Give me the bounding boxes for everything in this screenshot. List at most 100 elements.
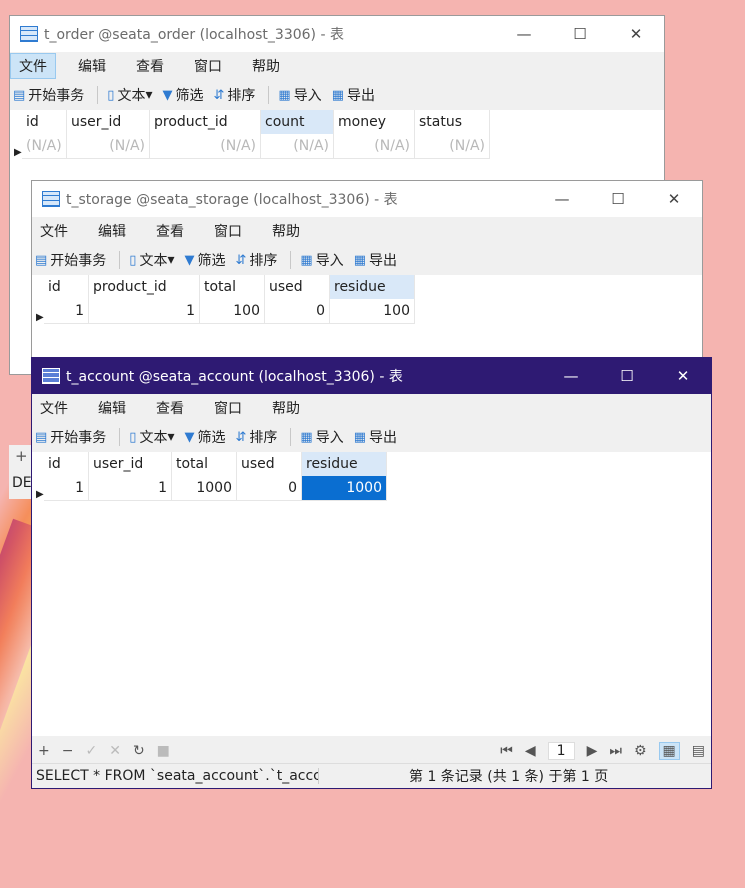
- prev-page-icon[interactable]: ◀: [525, 743, 536, 759]
- table-row[interactable]: 1 1 100 0 100: [44, 299, 415, 324]
- import-button[interactable]: ▦ 导入: [297, 425, 346, 449]
- export-button[interactable]: ▦ 导出: [351, 425, 400, 449]
- filter-button[interactable]: ▼ 筛选: [181, 425, 228, 449]
- delete-record-icon[interactable]: −: [62, 743, 74, 759]
- column-header[interactable]: product_id: [149, 110, 261, 134]
- menu-view[interactable]: 查看: [148, 219, 192, 243]
- table-cell[interactable]: (N/A): [260, 134, 334, 159]
- close-button[interactable]: ✕: [608, 25, 664, 43]
- menu-view[interactable]: 查看: [128, 54, 172, 78]
- menu-view[interactable]: 查看: [148, 396, 192, 420]
- column-header[interactable]: product_id: [88, 275, 200, 299]
- column-header[interactable]: residue: [301, 452, 387, 476]
- column-header[interactable]: used: [236, 452, 302, 476]
- selected-cell[interactable]: 1000: [301, 476, 387, 501]
- table-icon: [42, 368, 60, 384]
- column-header[interactable]: user_id: [88, 452, 172, 476]
- export-button[interactable]: ▦ 导出: [329, 83, 378, 107]
- column-header[interactable]: id: [44, 275, 89, 299]
- sort-button[interactable]: ⇵ 排序: [210, 83, 258, 107]
- last-page-icon[interactable]: ⏭: [609, 743, 622, 759]
- stop-icon[interactable]: ■: [157, 743, 170, 759]
- table-cell[interactable]: 1: [44, 476, 89, 501]
- maximize-button[interactable]: ☐: [599, 367, 655, 385]
- table-cell[interactable]: 0: [236, 476, 302, 501]
- begin-transaction-button[interactable]: ▤ 开始事务: [32, 248, 109, 272]
- menu-file[interactable]: 文件: [32, 219, 76, 243]
- minimize-button[interactable]: —: [543, 367, 599, 385]
- column-header[interactable]: count: [260, 110, 334, 134]
- menu-window[interactable]: 窗口: [186, 54, 230, 78]
- minimize-button[interactable]: —: [496, 25, 552, 43]
- menu-help[interactable]: 帮助: [244, 54, 288, 78]
- settings-gear-icon[interactable]: ⚙: [634, 743, 647, 759]
- column-header[interactable]: used: [264, 275, 330, 299]
- menu-help[interactable]: 帮助: [264, 396, 308, 420]
- column-header[interactable]: id: [44, 452, 89, 476]
- column-header[interactable]: id: [22, 110, 67, 134]
- sort-icon: ⇵: [235, 429, 247, 445]
- import-button[interactable]: ▦ 导入: [297, 248, 346, 272]
- begin-transaction-button[interactable]: ▤ 开始事务: [32, 425, 109, 449]
- column-header[interactable]: user_id: [66, 110, 150, 134]
- table-cell[interactable]: 100: [329, 299, 415, 324]
- table-cell[interactable]: 0: [264, 299, 330, 324]
- menu-edit[interactable]: 编辑: [70, 54, 114, 78]
- filter-button[interactable]: ▼ 筛选: [181, 248, 228, 272]
- maximize-button[interactable]: ☐: [552, 25, 608, 43]
- text-button[interactable]: ▯ 文本 ▾: [126, 248, 177, 272]
- table-row[interactable]: 1 1 1000 0 1000: [44, 476, 387, 501]
- account-titlebar[interactable]: t_account @seata_account (localhost_3306…: [32, 358, 711, 394]
- column-header[interactable]: total: [199, 275, 265, 299]
- close-button[interactable]: ✕: [646, 190, 702, 208]
- export-icon: ▦: [353, 429, 366, 445]
- table-cell[interactable]: (N/A): [333, 134, 415, 159]
- text-button[interactable]: ▯ 文本 ▾: [126, 425, 177, 449]
- sort-button[interactable]: ⇵ 排序: [232, 425, 280, 449]
- sort-button[interactable]: ⇵ 排序: [232, 248, 280, 272]
- menu-window[interactable]: 窗口: [206, 219, 250, 243]
- table-cell[interactable]: 100: [199, 299, 265, 324]
- table-cell[interactable]: 1: [44, 299, 89, 324]
- menu-window[interactable]: 窗口: [206, 396, 250, 420]
- filter-button[interactable]: ▼ 筛选: [159, 83, 206, 107]
- column-header[interactable]: money: [333, 110, 415, 134]
- discard-icon[interactable]: ✕: [109, 743, 121, 759]
- grid-view-icon[interactable]: ▦: [658, 742, 680, 760]
- export-button[interactable]: ▦ 导出: [351, 248, 400, 272]
- add-record-icon[interactable]: +: [38, 743, 50, 759]
- menu-edit[interactable]: 编辑: [90, 219, 134, 243]
- menu-file[interactable]: 文件: [32, 396, 76, 420]
- close-button[interactable]: ✕: [655, 367, 711, 385]
- refresh-icon[interactable]: ↻: [133, 743, 145, 759]
- form-view-icon[interactable]: ▤: [692, 743, 705, 759]
- next-page-icon[interactable]: ▶: [587, 743, 598, 759]
- table-cell[interactable]: (N/A): [22, 134, 67, 159]
- begin-transaction-button[interactable]: ▤ 开始事务: [10, 83, 87, 107]
- first-page-icon[interactable]: ⏮: [500, 743, 513, 759]
- order-titlebar[interactable]: t_order @seata_order (localhost_3306) - …: [10, 16, 664, 52]
- menu-file[interactable]: 文件: [10, 53, 56, 79]
- table-cell[interactable]: 1: [88, 299, 200, 324]
- table-cell[interactable]: 1000: [171, 476, 237, 501]
- document-icon: ▯: [129, 429, 137, 445]
- table-cell[interactable]: (N/A): [66, 134, 150, 159]
- storage-titlebar[interactable]: t_storage @seata_storage (localhost_3306…: [32, 181, 702, 217]
- document-icon: ▯: [129, 252, 137, 268]
- minimize-button[interactable]: —: [534, 190, 590, 208]
- add-icon[interactable]: +: [15, 447, 28, 465]
- table-row[interactable]: (N/A) (N/A) (N/A) (N/A) (N/A) (N/A): [22, 134, 490, 159]
- table-cell[interactable]: (N/A): [149, 134, 261, 159]
- menu-help[interactable]: 帮助: [264, 219, 308, 243]
- menu-edit[interactable]: 编辑: [90, 396, 134, 420]
- column-header[interactable]: total: [171, 452, 237, 476]
- column-header[interactable]: residue: [329, 275, 415, 299]
- column-header[interactable]: status: [414, 110, 490, 134]
- import-button[interactable]: ▦ 导入: [275, 83, 324, 107]
- text-button[interactable]: ▯ 文本 ▾: [104, 83, 155, 107]
- page-number-input[interactable]: 1: [547, 742, 575, 760]
- maximize-button[interactable]: ☐: [590, 190, 646, 208]
- table-cell[interactable]: (N/A): [414, 134, 490, 159]
- apply-icon[interactable]: ✓: [85, 743, 97, 759]
- table-cell[interactable]: 1: [88, 476, 172, 501]
